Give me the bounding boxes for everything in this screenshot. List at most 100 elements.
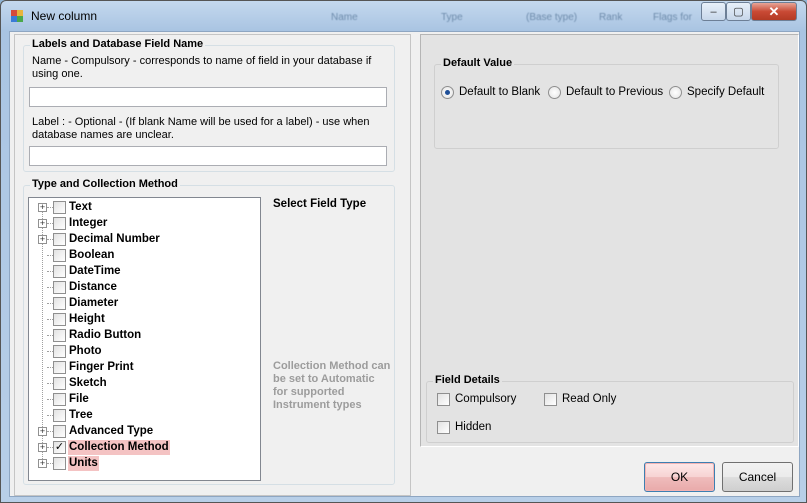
window-title: New column	[31, 9, 98, 23]
tree-item[interactable]: + ✓ Collection Method	[29, 439, 259, 455]
expand-icon[interactable]: +	[38, 235, 47, 244]
collection-method-hint: Collection Method can be set to Automati…	[273, 360, 391, 411]
tree-item[interactable]: + Text	[29, 199, 259, 215]
tree-item-checkbox[interactable]	[53, 313, 66, 326]
tree-item-label[interactable]: Integer	[68, 216, 108, 231]
read-only-label[interactable]: Read Only	[562, 393, 616, 405]
tree-item-checkbox[interactable]	[53, 233, 66, 246]
right-panel: Default Value Default to Blank Default t…	[420, 34, 799, 447]
tree-item-label[interactable]: Height	[68, 312, 106, 327]
tree-item-checkbox[interactable]	[53, 409, 66, 422]
tree-item-checkbox[interactable]	[53, 297, 66, 310]
name-field[interactable]	[29, 87, 387, 107]
labels-group-title: Labels and Database Field Name	[30, 38, 206, 50]
tree-item-checkbox[interactable]	[53, 393, 66, 406]
tree-item-checkbox[interactable]	[53, 249, 66, 262]
compulsory-checkbox[interactable]	[437, 393, 450, 406]
background-header: Flags for	[653, 12, 692, 23]
field-details-title: Field Details	[433, 374, 502, 386]
tree-item[interactable]: + Advanced Type	[29, 423, 259, 439]
read-only-checkbox[interactable]	[544, 393, 557, 406]
tree-item[interactable]: + Integer	[29, 215, 259, 231]
dialog-client-area: Labels and Database Field Name Name - Co…	[9, 31, 800, 497]
default-previous-radio[interactable]	[548, 86, 561, 99]
background-header: Name	[331, 12, 358, 23]
ok-button[interactable]: OK	[644, 462, 715, 492]
tree-item[interactable]: Height	[29, 311, 259, 327]
close-icon: ✕	[768, 3, 780, 19]
tree-item-checkbox[interactable]	[53, 457, 66, 470]
tree-item[interactable]: Finger Print	[29, 359, 259, 375]
expand-icon[interactable]: +	[38, 443, 47, 452]
tree-item-label[interactable]: Radio Button	[68, 328, 142, 343]
tree-item-label[interactable]: Distance	[68, 280, 118, 295]
field-details-group: Field Details	[426, 374, 794, 443]
expand-icon[interactable]: +	[38, 203, 47, 212]
tree-item[interactable]: Photo	[29, 343, 259, 359]
close-button[interactable]: ✕	[751, 2, 797, 21]
tree-item[interactable]: Distance	[29, 279, 259, 295]
type-group-title: Type and Collection Method	[30, 178, 180, 190]
compulsory-label[interactable]: Compulsory	[455, 393, 516, 405]
tree-item[interactable]: Diameter	[29, 295, 259, 311]
tree-item-checkbox[interactable]	[53, 361, 66, 374]
minimize-icon: –	[710, 5, 717, 18]
cancel-button[interactable]: Cancel	[722, 462, 793, 492]
tree-item-checkbox[interactable]: ✓	[53, 441, 66, 454]
name-help-text: Name - Compulsory - corresponds to name …	[32, 55, 372, 80]
tree-item-label[interactable]: DateTime	[68, 264, 122, 279]
tree-item-checkbox[interactable]	[53, 425, 66, 438]
tree-item-label[interactable]: Advanced Type	[68, 424, 154, 439]
tree-item-label[interactable]: Finger Print	[68, 360, 135, 375]
default-value-group: Default Value	[434, 57, 779, 149]
default-blank-label[interactable]: Default to Blank	[459, 86, 540, 98]
tree-item-checkbox[interactable]	[53, 201, 66, 214]
maximize-button[interactable]: ▢	[726, 2, 751, 21]
minimize-button[interactable]: –	[701, 2, 726, 21]
expand-icon[interactable]: +	[38, 427, 47, 436]
select-field-type-label: Select Field Type	[273, 198, 367, 210]
default-value-title: Default Value	[441, 57, 515, 69]
default-blank-radio[interactable]	[441, 86, 454, 99]
label-help-text: Label : - Optional - (If blank Name will…	[32, 116, 370, 141]
specify-default-radio[interactable]	[669, 86, 682, 99]
tree-item-checkbox[interactable]	[53, 329, 66, 342]
tree-item-label[interactable]: Tree	[68, 408, 94, 423]
hidden-label[interactable]: Hidden	[455, 421, 491, 433]
tree-item[interactable]: + Decimal Number	[29, 231, 259, 247]
specify-default-label[interactable]: Specify Default	[687, 86, 764, 98]
tree-item-label[interactable]: Boolean	[68, 248, 115, 263]
tree-item-label[interactable]: Photo	[68, 344, 103, 359]
tree-item[interactable]: Boolean	[29, 247, 259, 263]
tree-item-checkbox[interactable]	[53, 345, 66, 358]
tree-item-checkbox[interactable]	[53, 265, 66, 278]
background-header: Type	[441, 12, 463, 23]
maximize-icon: ▢	[733, 6, 744, 18]
expand-icon[interactable]: +	[38, 459, 47, 468]
tree-item[interactable]: Tree	[29, 407, 259, 423]
dialog-window: New column Name Type (Base type) Rank Fl…	[0, 0, 807, 503]
tree-item-label[interactable]: Units	[68, 456, 99, 471]
tree-item-checkbox[interactable]	[53, 217, 66, 230]
tree-item[interactable]: Sketch	[29, 375, 259, 391]
tree-item[interactable]: DateTime	[29, 263, 259, 279]
tree-item-label[interactable]: Text	[68, 200, 93, 215]
hidden-checkbox[interactable]	[437, 421, 450, 434]
tree-item-checkbox[interactable]	[53, 377, 66, 390]
tree-item[interactable]: + Units	[29, 455, 259, 471]
label-field[interactable]	[29, 146, 387, 166]
default-previous-label[interactable]: Default to Previous	[566, 86, 663, 98]
expand-icon[interactable]: +	[38, 219, 47, 228]
field-type-tree[interactable]: + Text + Integer + Decimal Number Boolean DateT…	[28, 197, 261, 481]
tree-item[interactable]: Radio Button	[29, 327, 259, 343]
tree-item-label[interactable]: Decimal Number	[68, 232, 161, 247]
tree-item-checkbox[interactable]	[53, 281, 66, 294]
tree-item-label[interactable]: Collection Method	[68, 440, 170, 455]
left-panel: Labels and Database Field Name Name - Co…	[14, 34, 411, 496]
tree-item[interactable]: File	[29, 391, 259, 407]
tree-item-label[interactable]: Diameter	[68, 296, 119, 311]
app-icon	[11, 10, 23, 22]
tree-item-label[interactable]: Sketch	[68, 376, 108, 391]
tree-item-label[interactable]: File	[68, 392, 90, 407]
title-bar[interactable]: New column Name Type (Base type) Rank Fl…	[1, 1, 806, 31]
